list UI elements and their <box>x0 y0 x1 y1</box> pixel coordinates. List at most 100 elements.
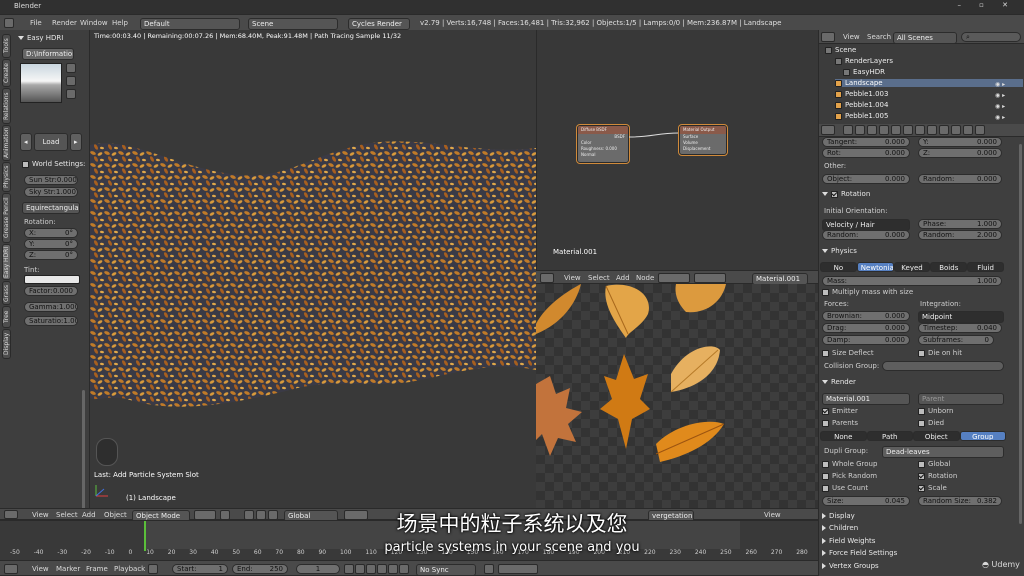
properties-scrollbar[interactable] <box>1019 144 1022 524</box>
rot-field[interactable]: Rot: 0.000 <box>822 148 910 158</box>
data-tab-icon[interactable] <box>927 125 937 135</box>
physics-keyed[interactable]: Keyed <box>893 262 931 272</box>
node-add-menu[interactable]: Add <box>616 274 630 282</box>
world-tab-icon[interactable] <box>879 125 889 135</box>
collision-group-field[interactable] <box>882 361 1004 371</box>
died-checkbox[interactable] <box>918 419 925 427</box>
layout-select[interactable]: Default <box>140 18 240 30</box>
menu-help[interactable]: Help <box>112 19 128 27</box>
visibility-icons[interactable]: ◉ ▸ ◉ ▸ ◉ ▸ ◉ ▸ <box>995 79 1005 123</box>
render-material-select[interactable]: Material.001 <box>822 393 910 405</box>
physics-boids[interactable]: Boids <box>930 262 968 272</box>
render-none[interactable]: None <box>820 431 867 441</box>
next-hdri-button[interactable]: ▸ <box>70 133 82 151</box>
tint-color[interactable] <box>24 275 80 284</box>
material-tab-icon[interactable] <box>939 125 949 135</box>
timeline-view-menu[interactable]: View <box>32 565 49 573</box>
particles-tab-icon[interactable] <box>963 125 973 135</box>
parent-field[interactable]: Parent <box>918 393 1004 405</box>
shader-type-icon[interactable] <box>658 273 690 283</box>
size-field[interactable]: Size: 0.045 <box>822 496 910 506</box>
tangent-y-field[interactable]: Y: 0.000 <box>918 137 1002 147</box>
menu-file[interactable]: File <box>30 19 42 27</box>
random1-field[interactable]: Random: 0.000 <box>918 174 1002 184</box>
render-tab-icon[interactable] <box>843 125 853 135</box>
rotation-enable-checkbox[interactable] <box>831 190 838 198</box>
parents-option[interactable]: Parents <box>822 419 858 427</box>
timestep-field[interactable]: Timestep: 0.040 <box>918 323 1002 333</box>
factor-field[interactable]: Factor: 0.000 <box>24 286 78 296</box>
node-select-menu[interactable]: Select <box>588 274 610 282</box>
outliner-item-pebble-003[interactable]: Pebble1.003 <box>835 90 888 98</box>
brownian-field[interactable]: Brownian: 0.000 <box>822 311 910 321</box>
size-deflect-option[interactable]: Size Deflect <box>822 349 874 357</box>
emitter-option[interactable]: Emitter <box>822 407 858 415</box>
node-editor[interactable]: Diffuse BSDF BSDF Color Roughness: 0.000… <box>536 30 818 270</box>
whole-group-checkbox[interactable] <box>822 460 829 468</box>
outliner-item-easyhdr[interactable]: EasyHDR <box>843 68 885 76</box>
world-settings-checkbox[interactable] <box>22 160 29 168</box>
jump-start-icon[interactable] <box>344 564 354 574</box>
menu-window[interactable]: Window <box>80 19 108 27</box>
refresh-icon[interactable] <box>66 63 76 73</box>
tab-physics[interactable]: Physics <box>2 162 11 192</box>
die-on-hit-checkbox[interactable] <box>918 349 925 357</box>
random-size-field[interactable]: Random Size: 0.382 <box>918 496 1002 506</box>
use-count-option[interactable]: Use Count <box>822 484 868 492</box>
gamma-field[interactable]: Gamma: 1.000 <box>24 302 78 312</box>
folder-icon[interactable] <box>66 76 76 86</box>
sun-strength-field[interactable]: Sun Str: 0.000 <box>24 175 78 185</box>
navigation-widget[interactable] <box>96 438 118 466</box>
rot-z-field[interactable]: Z: 0.000 <box>918 148 1002 158</box>
emitter-checkbox[interactable] <box>822 407 829 415</box>
layers-tab-icon[interactable] <box>855 125 865 135</box>
keying-set-icon[interactable] <box>498 564 538 574</box>
physics-newtonian[interactable]: Newtonian <box>856 262 894 272</box>
unborn-option[interactable]: Unborn <box>918 407 953 415</box>
integrator-select[interactable]: Midpoint <box>918 311 1004 323</box>
outliner-search-menu[interactable]: Search <box>867 33 891 41</box>
node-view-menu[interactable]: View <box>564 274 581 282</box>
render-group[interactable]: Group <box>959 431 1006 441</box>
projection-select[interactable]: Equirectangular <box>22 202 80 214</box>
use-count-checkbox[interactable] <box>822 484 829 492</box>
tab-grass[interactable]: Grass <box>2 281 11 305</box>
engine-select[interactable]: Cycles Render <box>348 18 410 30</box>
vertex-groups-panel[interactable]: Vertex Groups <box>822 562 879 570</box>
preview-range-icon[interactable] <box>148 564 158 574</box>
node-node-menu[interactable]: Node <box>636 274 654 282</box>
outliner-view-menu[interactable]: View <box>843 33 860 41</box>
unborn-checkbox[interactable] <box>918 407 925 415</box>
menu-render[interactable]: Render <box>52 19 77 27</box>
rotation-option[interactable]: Rotation <box>918 472 957 480</box>
tab-relations[interactable]: Relations <box>2 88 11 124</box>
timeline-marker-menu[interactable]: Marker <box>56 565 80 573</box>
scale-option[interactable]: Scale <box>918 484 947 492</box>
rotation-z-field[interactable]: Z: 0° <box>24 250 78 260</box>
hdri-folder-button[interactable]: D:\Information... <box>22 48 74 60</box>
phase-field[interactable]: Phase: 1.000 <box>918 219 1002 229</box>
start-frame-field[interactable]: Start: 1 <box>172 564 228 574</box>
saturation-field[interactable]: Saturatio:1.000 <box>24 316 78 326</box>
window-controls[interactable]: – ▫ ✕ <box>957 1 1016 9</box>
tab-display[interactable]: Display <box>2 329 11 359</box>
modifiers-tab-icon[interactable] <box>915 125 925 135</box>
constraints-tab-icon[interactable] <box>903 125 913 135</box>
next-keyframe-icon[interactable] <box>388 564 398 574</box>
pick-random-option[interactable]: Pick Random <box>822 472 877 480</box>
timeline-frame-menu[interactable]: Frame <box>86 565 108 573</box>
parents-checkbox[interactable] <box>822 419 829 427</box>
prev-keyframe-icon[interactable] <box>355 564 365 574</box>
multiply-mass-option[interactable]: Multiply mass with size <box>822 288 913 296</box>
whole-group-option[interactable]: Whole Group <box>822 460 877 468</box>
random3-field[interactable]: Random: 2.000 <box>918 230 1002 240</box>
menu-icon[interactable] <box>66 89 76 99</box>
play-reverse-icon[interactable] <box>366 564 376 574</box>
tab-tools[interactable]: Tools <box>2 34 11 58</box>
image-editor[interactable] <box>536 284 818 520</box>
died-option[interactable]: Died <box>918 419 944 427</box>
multiply-mass-checkbox[interactable] <box>822 288 829 296</box>
tab-easy-hdri[interactable]: Easy HDRI <box>2 244 11 280</box>
texture-tab-icon[interactable] <box>951 125 961 135</box>
outliner-item-scene[interactable]: Scene <box>825 46 856 54</box>
